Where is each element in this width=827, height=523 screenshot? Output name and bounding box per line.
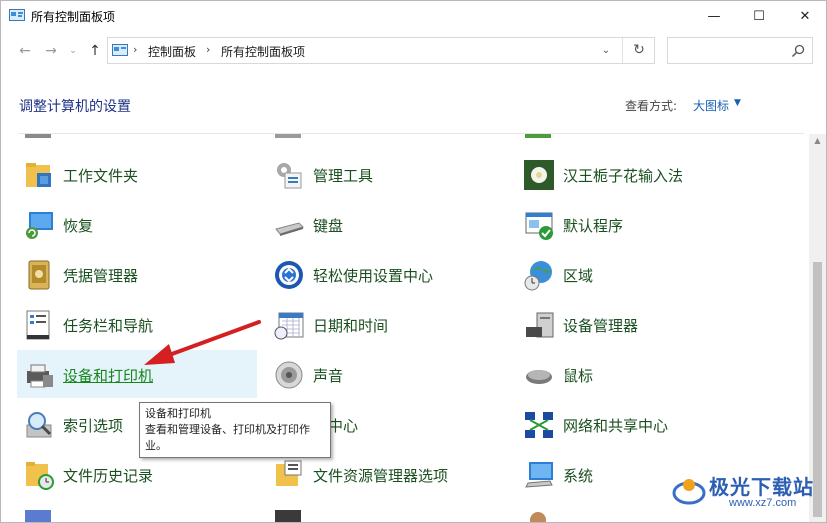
region-icon <box>524 261 552 291</box>
scroll-up-icon[interactable]: ▲ <box>809 136 826 148</box>
file-history-icon <box>26 462 54 490</box>
back-arrow-icon[interactable]: ← <box>15 41 35 61</box>
view-by-dropdown[interactable]: 大图标 <box>693 97 729 114</box>
device-manager-icon <box>526 312 554 338</box>
search-box[interactable] <box>667 37 813 64</box>
partial-icon <box>530 512 546 522</box>
item-label: 鼠标 <box>563 367 594 385</box>
control-panel-window: 所有控制面板项 — ☐ ✕ ← → ⌄ ↑ › 控制面板 › 所有控制面板项 ⌄… <box>0 0 827 523</box>
date-time-icon <box>274 312 304 340</box>
devices-printers-icon <box>27 364 53 388</box>
item-label: 日期和时间 <box>313 317 389 335</box>
item-gardenia-ime[interactable]: 汉王栀子花输入法 <box>517 150 757 198</box>
item-label: 声音 <box>313 367 344 385</box>
item-device-manager[interactable]: 设备管理器 <box>517 300 757 348</box>
mouse-icon <box>526 370 552 384</box>
partial-icon <box>525 134 551 138</box>
gardenia-ime-icon <box>524 160 554 190</box>
partial-icon <box>25 134 51 138</box>
breadcrumb-item-control-panel[interactable]: 控制面板 <box>148 43 196 60</box>
item-label: 轻松使用设置中心 <box>313 267 434 285</box>
search-icon[interactable] <box>791 44 805 58</box>
tooltip: 设备和打印机 查看和管理设备、打印机及打印作业。 <box>139 402 331 458</box>
refresh-icon[interactable]: ↻ <box>622 38 655 63</box>
system-icon <box>525 462 553 488</box>
item-network-sharing[interactable]: 网络和共享中心 <box>517 400 757 448</box>
ease-of-access-icon <box>275 261 303 289</box>
breadcrumb-separator-icon: › <box>206 43 211 56</box>
credential-manager-icon <box>28 260 50 290</box>
item-label: 设备和打印机 <box>63 367 154 385</box>
item-work-folders[interactable]: 工作文件夹 <box>17 150 257 198</box>
taskbar-icon <box>26 310 50 340</box>
vertical-scrollbar[interactable]: ▲ <box>809 134 826 522</box>
item-label: 网络和共享中心 <box>563 417 669 435</box>
item-label: 恢复 <box>63 217 94 235</box>
item-label: 工作文件夹 <box>63 167 139 185</box>
explorer-options-icon <box>276 460 302 486</box>
breadcrumb-item-all-items[interactable]: 所有控制面板项 <box>221 43 305 60</box>
address-dropdown-icon[interactable]: ⌄ <box>596 42 616 60</box>
view-by-label: 查看方式: <box>625 99 678 113</box>
item-label: 任务栏和导航 <box>63 317 154 335</box>
work-folders-icon <box>26 163 51 187</box>
up-arrow-icon[interactable]: ↑ <box>85 41 105 61</box>
item-recovery[interactable]: 恢复 <box>17 200 257 248</box>
item-label: 索引选项 <box>63 417 124 435</box>
default-programs-icon <box>525 212 553 240</box>
navigation-bar: ← → ⌄ ↑ › 控制面板 › 所有控制面板项 ⌄ ↻ <box>1 35 826 69</box>
watermark-url: www.xz7.com <box>729 497 797 509</box>
items-grid: 工作文件夹 管理工具 汉王栀子花输入法 恢复 键盘 默认程序 凭据管理器 轻松使… <box>1 134 809 522</box>
item-region[interactable]: 区域 <box>517 250 757 298</box>
network-icon <box>525 412 553 438</box>
item-label: 管理工具 <box>313 167 374 185</box>
keyboard-icon <box>275 222 304 236</box>
item-label: 文件资源管理器选项 <box>313 467 449 485</box>
item-credential-manager[interactable]: 凭据管理器 <box>17 250 257 298</box>
item-admin-tools[interactable]: 管理工具 <box>267 150 507 198</box>
item-label: 文件历史记录 <box>63 467 154 485</box>
partial-icon <box>275 134 301 138</box>
item-date-time[interactable]: 日期和时间 <box>267 300 507 348</box>
watermark-logo-icon <box>672 479 706 505</box>
minimize-button[interactable]: — <box>691 1 737 31</box>
item-label: 默认程序 <box>563 217 624 235</box>
item-label: 系统 <box>563 467 594 485</box>
tooltip-title: 设备和打印机 <box>145 407 211 420</box>
window-title: 所有控制面板项 <box>31 10 116 24</box>
partial-icon <box>25 510 51 522</box>
item-taskbar-navigation[interactable]: 任务栏和导航 <box>17 300 257 348</box>
tooltip-body: 查看和管理设备、打印机及打印作业。 <box>145 423 310 452</box>
control-panel-icon <box>112 44 128 56</box>
title-bar[interactable]: 所有控制面板项 — ☐ ✕ <box>1 1 826 31</box>
item-label: 设备管理器 <box>563 317 639 335</box>
sound-icon <box>275 361 303 389</box>
indexing-icon <box>26 412 52 438</box>
item-keyboard[interactable]: 键盘 <box>267 200 507 248</box>
admin-tools-icon <box>277 163 302 189</box>
watermark-text: 极光下载站 <box>709 475 814 499</box>
recovery-icon <box>26 212 53 239</box>
item-ease-of-access[interactable]: 轻松使用设置中心 <box>267 250 507 298</box>
item-mouse[interactable]: 鼠标 <box>517 350 757 398</box>
maximize-button[interactable]: ☐ <box>736 1 782 31</box>
address-bar[interactable]: › 控制面板 › 所有控制面板项 ⌄ ↻ <box>107 37 655 64</box>
close-button[interactable]: ✕ <box>782 1 826 31</box>
watermark: 极光下载站 www.xz7.com <box>667 471 825 511</box>
item-label: 键盘 <box>313 217 344 235</box>
item-label: 凭据管理器 <box>63 267 139 285</box>
partial-icon <box>275 510 301 522</box>
control-panel-icon <box>9 9 25 21</box>
caret-down-icon[interactable]: ▼ <box>734 98 741 108</box>
item-label: 区域 <box>563 267 594 285</box>
page-title: 调整计算机的设置 <box>19 99 131 115</box>
breadcrumb-separator-icon: › <box>133 43 138 56</box>
item-label: 汉王栀子花输入法 <box>563 167 684 185</box>
item-sound[interactable]: 声音 <box>267 350 507 398</box>
item-default-programs[interactable]: 默认程序 <box>517 200 757 248</box>
forward-arrow-icon[interactable]: → <box>41 41 61 61</box>
item-devices-printers[interactable]: 设备和打印机 <box>17 350 257 398</box>
recent-chevron-icon[interactable]: ⌄ <box>63 41 83 61</box>
